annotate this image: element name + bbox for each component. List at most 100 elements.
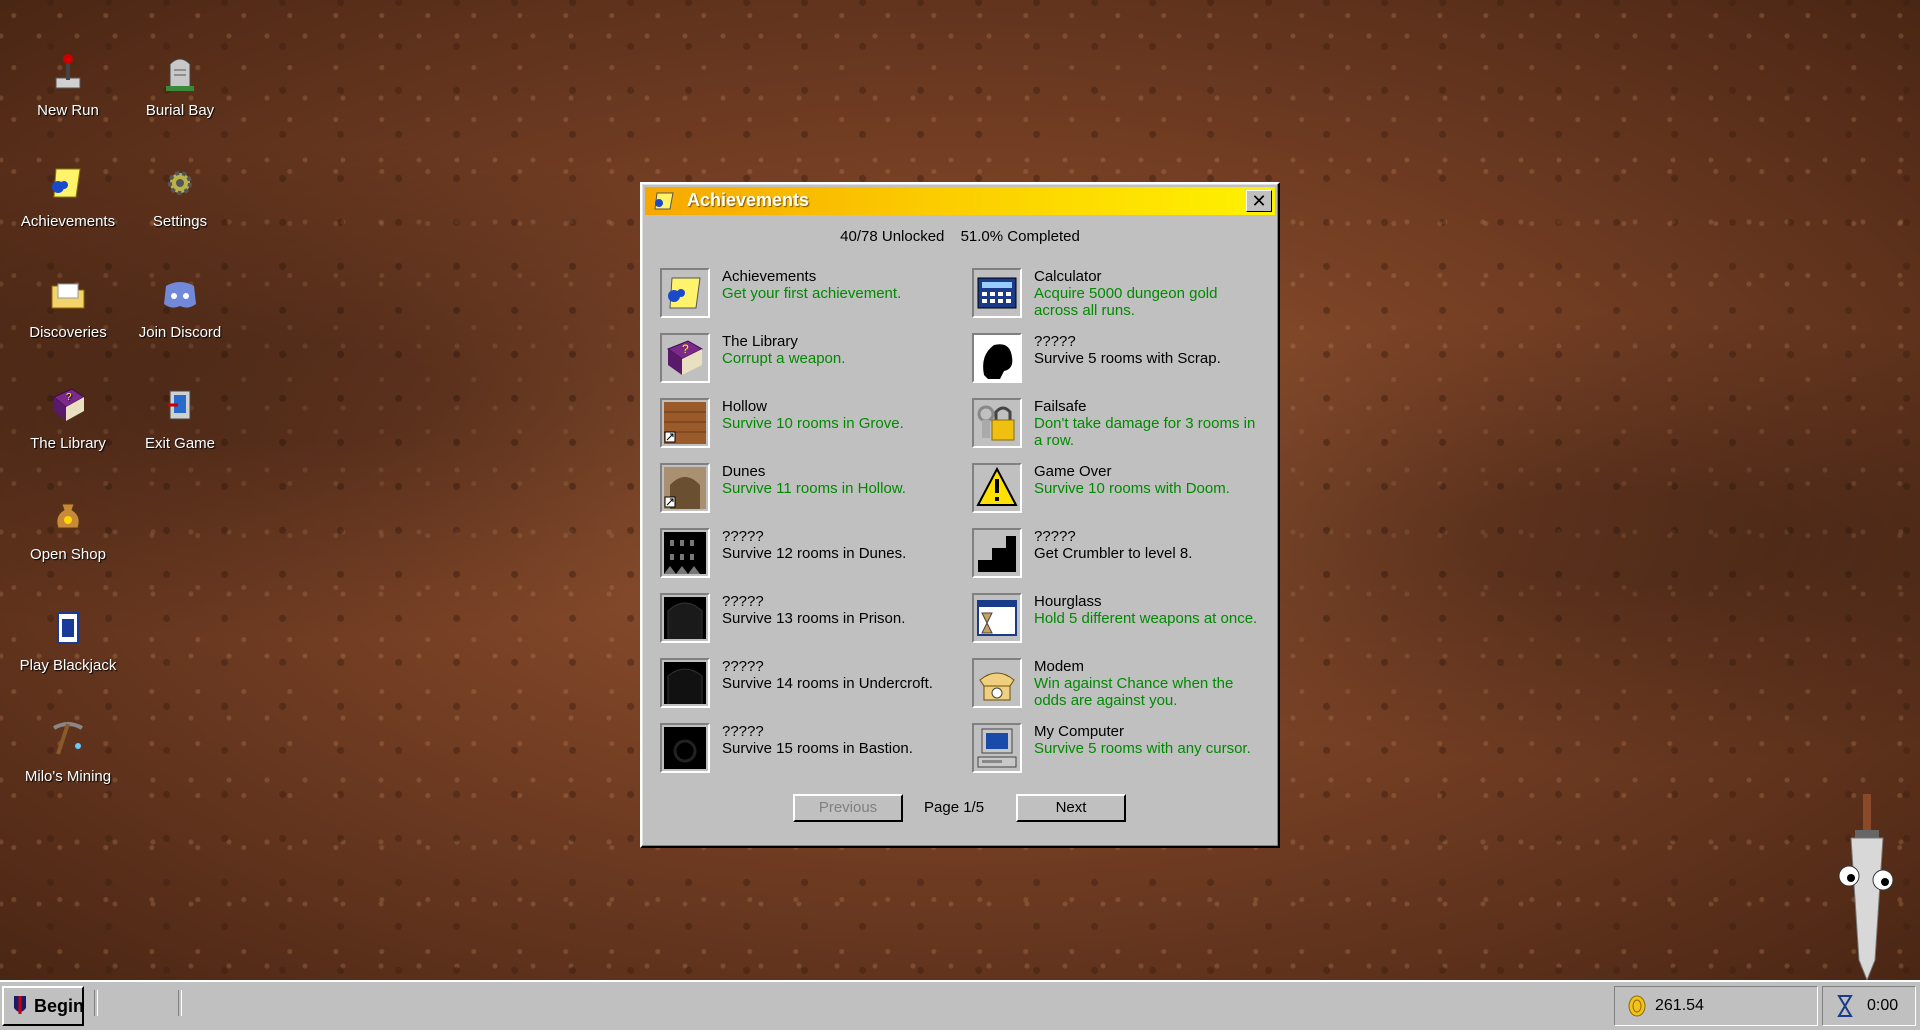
locked-stairs-icon bbox=[972, 528, 1022, 578]
achievement-description: Survive 12 rooms in Dunes. bbox=[722, 545, 907, 562]
shield-logo-icon bbox=[14, 996, 26, 1014]
desktop-icon-discoveries[interactable]: Discoveries bbox=[13, 272, 123, 341]
achievement-tile[interactable]: Failsafe Don't take damage for 3 rooms in… bbox=[972, 398, 1272, 458]
achievement-name: Achievements bbox=[722, 268, 817, 285]
achievement-description: Survive 10 rooms in Grove. bbox=[722, 415, 904, 432]
achievement-name: My Computer bbox=[1034, 723, 1125, 740]
achievement-description: Survive 11 rooms in Hollow. bbox=[722, 480, 906, 497]
achievement-description: Don't take damage for 3 rooms in a row. bbox=[1034, 415, 1256, 449]
close-button[interactable]: ✕ bbox=[1246, 190, 1272, 212]
desktop-icon-label: Discoveries bbox=[29, 324, 107, 341]
begin-label: Begin bbox=[34, 996, 85, 1016]
gravestone-icon bbox=[166, 58, 194, 91]
locked-prison-icon bbox=[660, 593, 710, 643]
achievement-tile[interactable]: Modem Win against Chance when the odds ar… bbox=[972, 658, 1272, 718]
achievement-tile[interactable]: Hollow Survive 10 rooms in Grove. bbox=[660, 398, 960, 458]
achievement-description: Get Crumbler to level 8. bbox=[1034, 545, 1193, 562]
door-icon bbox=[660, 398, 710, 448]
desktop-icon-milos-mining[interactable]: Milo's Mining bbox=[13, 716, 123, 785]
desktop-icon-new-run[interactable]: New Run bbox=[13, 50, 123, 119]
locked-dunes-icon bbox=[660, 528, 710, 578]
window-title: Achievements bbox=[687, 190, 810, 210]
locked-bastion-icon bbox=[660, 723, 710, 773]
desktop-icon-burial-bay[interactable]: Burial Bay bbox=[125, 50, 235, 119]
desktop-icon-label: Settings bbox=[152, 213, 208, 230]
desktop-icon-play-blackjack[interactable]: Play Blackjack bbox=[13, 605, 123, 674]
achievements-icon bbox=[52, 168, 81, 198]
achievement-tile[interactable]: Hourglass Hold 5 different weapons at onc… bbox=[972, 593, 1272, 653]
desktop-icon-label: Burial Bay bbox=[145, 102, 215, 119]
page-indicator: Page 1/5 bbox=[924, 799, 985, 816]
padlock-icon bbox=[972, 398, 1022, 448]
title-bar[interactable]: Achievements ✕ bbox=[645, 187, 1275, 215]
locked-undercroft-icon bbox=[660, 658, 710, 708]
achievement-tile[interactable]: ????? Survive 15 rooms in Bastion. bbox=[660, 723, 960, 783]
previous-button[interactable]: Previous bbox=[793, 794, 903, 822]
run-timer: 0:00 bbox=[1822, 986, 1916, 1026]
achievement-tile[interactable]: ????? Get Crumbler to level 8. bbox=[972, 528, 1272, 588]
achievements-icon bbox=[660, 268, 710, 318]
achievements-icon bbox=[654, 192, 674, 210]
achievement-tile[interactable]: Dunes Survive 11 rooms in Hollow. bbox=[660, 463, 960, 523]
achievement-tile[interactable]: ????? Survive 13 rooms in Prison. bbox=[660, 593, 960, 653]
desktop-icon-join-discord[interactable]: Join Discord bbox=[125, 272, 235, 341]
cards-icon bbox=[57, 612, 79, 644]
achievement-name: ????? bbox=[722, 723, 764, 740]
desktop: New Run Burial Bay Achievements Settings… bbox=[0, 0, 1920, 980]
svg-text:?: ? bbox=[66, 392, 72, 403]
desktop-icon-settings[interactable]: Settings bbox=[125, 161, 235, 230]
achievement-description: Survive 5 rooms with Scrap. bbox=[1034, 350, 1221, 367]
achievement-description: Win against Chance when the odds are aga… bbox=[1034, 675, 1234, 709]
achievement-description: Survive 14 rooms in Undercroft. bbox=[722, 675, 933, 692]
achievement-name: Modem bbox=[1034, 658, 1085, 675]
svg-text:?: ? bbox=[682, 342, 689, 356]
desktop-icon-open-shop[interactable]: Open Shop bbox=[13, 494, 123, 563]
desktop-icon-label: Join Discord bbox=[138, 324, 222, 341]
telephone-icon bbox=[972, 658, 1022, 708]
achievement-tile[interactable]: ????? Survive 14 rooms in Undercroft. bbox=[660, 658, 960, 718]
desktop-icon-label: Achievements bbox=[20, 213, 116, 230]
begin-button[interactable]: Begin bbox=[2, 986, 84, 1026]
achievement-tile[interactable]: Calculator Acquire 5000 dungeon gold acro… bbox=[972, 268, 1272, 328]
achievement-name: Hourglass bbox=[1034, 593, 1102, 610]
desktop-icon-label: New Run bbox=[37, 102, 99, 119]
folder-icon bbox=[51, 283, 85, 309]
book-icon: ? bbox=[53, 388, 85, 421]
hourglass-icon bbox=[1837, 995, 1853, 1017]
achievement-name: Calculator bbox=[1034, 268, 1102, 285]
hourglass-icon bbox=[972, 593, 1022, 643]
gear-icon bbox=[168, 171, 192, 195]
discord-icon bbox=[164, 282, 196, 308]
achievement-description: Acquire 5000 dungeon gold across all run… bbox=[1034, 285, 1218, 319]
coin-icon bbox=[1628, 995, 1646, 1017]
taskbar-separator bbox=[94, 990, 98, 1016]
computer-icon bbox=[972, 723, 1022, 773]
exit-icon bbox=[168, 390, 191, 420]
achievement-name: ????? bbox=[722, 658, 764, 675]
achievement-description: Hold 5 different weapons at once. bbox=[1034, 610, 1258, 627]
next-button[interactable]: Next bbox=[1016, 794, 1126, 822]
coin-bag-icon bbox=[56, 503, 80, 529]
achievement-description: Survive 5 rooms with any cursor. bbox=[1034, 740, 1251, 757]
desktop-icon-achievements[interactable]: Achievements bbox=[13, 161, 123, 230]
achievement-tile[interactable]: My Computer Survive 5 rooms with any curs… bbox=[972, 723, 1272, 783]
unlocked-count: 40/78 Unlocked bbox=[840, 228, 945, 245]
achievement-name: Failsafe bbox=[1034, 398, 1087, 415]
achievements-window: Achievements ✕ 40/78 Unlocked 51.0% Comp… bbox=[640, 182, 1280, 848]
joystick-icon bbox=[55, 54, 81, 89]
desktop-icon-exit-game[interactable]: Exit Game bbox=[125, 383, 235, 452]
desktop-icon-label: Open Shop bbox=[30, 546, 106, 563]
taskbar: Begin 261.54 0:00 bbox=[0, 980, 1920, 1030]
desktop-icon-label: Exit Game bbox=[144, 435, 216, 452]
desktop-icon-label: The Library bbox=[30, 435, 106, 452]
pickaxe-icon bbox=[53, 722, 83, 755]
achievement-name: ????? bbox=[1034, 333, 1076, 350]
achievement-tile[interactable]: Game Over Survive 10 rooms with Doom. bbox=[972, 463, 1272, 523]
achievement-tile[interactable]: ? The Library Corrupt a weapon. bbox=[660, 333, 960, 393]
achievement-name: ????? bbox=[1034, 528, 1076, 545]
calculator-icon bbox=[972, 268, 1022, 318]
achievement-tile[interactable]: ????? Survive 5 rooms with Scrap. bbox=[972, 333, 1272, 393]
achievement-tile[interactable]: Achievements Get your first achievement. bbox=[660, 268, 960, 328]
desktop-icon-the-library[interactable]: ? The Library bbox=[13, 383, 123, 452]
achievement-tile[interactable]: ????? Survive 12 rooms in Dunes. bbox=[660, 528, 960, 588]
